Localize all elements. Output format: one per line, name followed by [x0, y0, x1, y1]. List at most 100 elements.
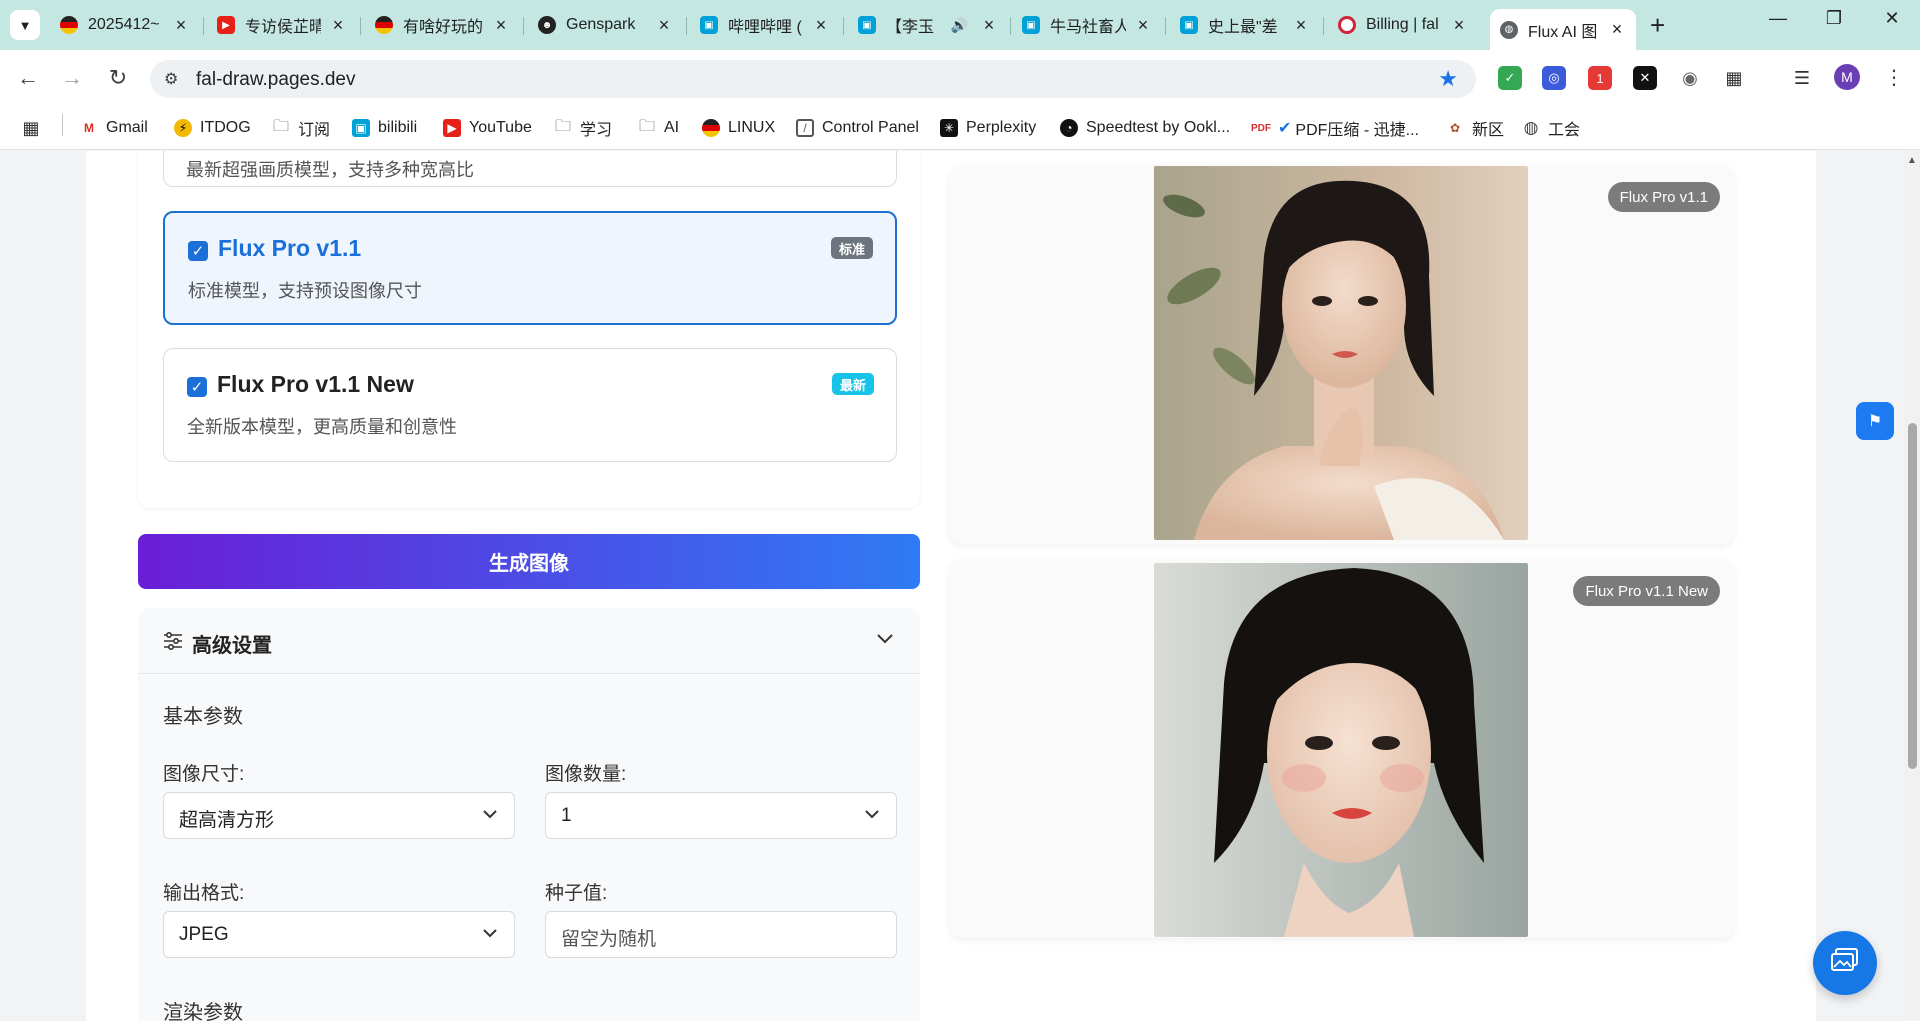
output-format-select[interactable]: JPEG: [163, 911, 515, 958]
chevron-down-icon[interactable]: [876, 628, 894, 651]
close-icon[interactable]: ×: [492, 15, 510, 36]
bookmark-itdog[interactable]: ⚡ ITDOG: [174, 116, 251, 140]
checkbox-checked-icon[interactable]: ✓: [188, 241, 208, 261]
bookmark-gmail[interactable]: M Gmail: [80, 116, 148, 140]
sliders-icon: [163, 631, 183, 655]
gallery-fab-button[interactable]: [1813, 931, 1877, 995]
tab-2[interactable]: ▶ 专访侯芷晴 ×: [207, 9, 357, 41]
model-badge: 标准: [830, 237, 873, 259]
model-name: Flux Pro v1.1 New: [217, 371, 414, 397]
tab-3[interactable]: 有啥好玩的 ×: [365, 9, 520, 41]
close-icon[interactable]: ×: [980, 15, 998, 36]
checkbox-checked-icon[interactable]: ✓: [187, 377, 207, 397]
bookmark-folder-subscribe[interactable]: 🗀 订阅: [272, 116, 330, 140]
tab-5[interactable]: ▣ 哔哩哔哩 ( ×: [690, 9, 840, 41]
bookmark-linux[interactable]: LINUX: [702, 116, 775, 140]
advanced-settings-header[interactable]: 高级设置: [138, 608, 920, 674]
more-menu-icon[interactable]: ⋮: [1880, 64, 1908, 92]
translate-float-button[interactable]: ⚑: [1856, 402, 1894, 440]
close-icon[interactable]: ×: [1608, 19, 1626, 40]
profile-avatar[interactable]: M: [1834, 64, 1860, 90]
bookmark-star-icon[interactable]: ★: [1438, 66, 1458, 92]
bookmark-label: 订阅: [298, 122, 331, 139]
scrollbar-thumb[interactable]: [1908, 423, 1917, 769]
model-name: Flux Pro v1.1: [218, 235, 362, 261]
close-icon[interactable]: ×: [1450, 15, 1468, 36]
bookmark-folder-ai[interactable]: 🗀 AI: [638, 116, 679, 140]
page-scrollbar[interactable]: ▲: [1904, 151, 1920, 1021]
bookmarks-bar: ▦ M Gmail ⚡ ITDOG 🗀 订阅 ▣ bilibili ▶ YouTube 🗀…: [0, 106, 1920, 150]
bookmark-youtube[interactable]: ▶ YouTube: [443, 116, 532, 140]
model-tag-label: Flux Pro v1.1: [1619, 188, 1708, 206]
bookmark-label: 工会: [1548, 122, 1581, 139]
toolbar: ← → ↻ ⚙ fal-draw.pages.dev ★ ✓ ◎ 1 ✕ ◉ ▦…: [0, 50, 1920, 106]
folder-icon: 🗀: [272, 117, 289, 135]
tab-8[interactable]: ▣ 史上最"差 ×: [1170, 9, 1320, 41]
generated-image[interactable]: [1154, 563, 1528, 937]
apps-grid-icon[interactable]: ▦: [22, 116, 48, 140]
camera-icon[interactable]: ◉: [1678, 66, 1702, 90]
minimize-button[interactable]: —: [1758, 8, 1798, 29]
address-bar[interactable]: ⚙ fal-draw.pages.dev ★: [150, 60, 1476, 98]
bookmark-speedtest[interactable]: ◔ Speedtest by Ookl...: [1060, 116, 1230, 140]
x-extension-icon[interactable]: ✕: [1633, 66, 1657, 90]
tab-1[interactable]: 2025412~ ×: [50, 9, 200, 41]
bookmark-folder-study[interactable]: 🗀 学习: [554, 116, 612, 140]
shield-extension-icon[interactable]: ✓: [1498, 66, 1522, 90]
scroll-up-arrow-icon[interactable]: ▲: [1907, 155, 1917, 166]
tab-title: 史上最"差: [1208, 19, 1278, 36]
extension-icon[interactable]: ◎: [1542, 66, 1566, 90]
reload-button[interactable]: ↻: [104, 64, 132, 92]
close-icon[interactable]: ×: [329, 15, 347, 36]
bookmark-union[interactable]: ◍ 工会: [1522, 116, 1580, 140]
output-format-value: JPEG: [179, 924, 229, 945]
url-text[interactable]: fal-draw.pages.dev: [196, 69, 356, 91]
chevron-down-icon: [864, 804, 880, 825]
extension-badge-count: 1: [1596, 70, 1604, 86]
tab-active[interactable]: ◍ Flux AI 图 ×: [1490, 9, 1636, 50]
restore-button[interactable]: ❐: [1814, 8, 1854, 29]
forward-button[interactable]: →: [58, 64, 86, 92]
render-params-heading: 渲染参数: [163, 1002, 243, 1021]
seed-input[interactable]: 留空为随机: [545, 911, 897, 958]
model-badge: 最新: [831, 373, 874, 395]
tab-6[interactable]: ▣ 【李玉 🔊 ×: [848, 9, 1008, 41]
back-button[interactable]: ←: [14, 64, 42, 92]
new-tab-button[interactable]: +: [1650, 10, 1665, 40]
model-option-flux-pro-v1-1[interactable]: ✓ Flux Pro v1.1 标准模型，支持预设图像尺寸 标准: [163, 211, 897, 325]
check-icon: ✔: [1278, 120, 1292, 137]
tab-search-button[interactable]: ▼: [10, 10, 40, 40]
media-control-icon[interactable]: ☰: [1790, 66, 1814, 90]
tab-7[interactable]: ▣ 牛马社畜人 ×: [1012, 9, 1162, 41]
model-tag-label: Flux Pro v1.1 New: [1585, 582, 1708, 600]
bookmark-newzone[interactable]: ✿ 新区: [1446, 116, 1504, 140]
perplexity-icon: ✳: [940, 119, 958, 137]
site-info-icon[interactable]: ⚙: [164, 69, 178, 89]
tab-9[interactable]: Billing | fal ×: [1328, 9, 1478, 41]
circle-flag-icon: [702, 119, 720, 137]
image-size-select[interactable]: 超高清方形: [163, 792, 515, 839]
model-option-flux-pro-v1-1-new[interactable]: ✓ Flux Pro v1.1 New 全新版本模型，更高质量和创意性 最新: [163, 348, 897, 462]
bookmark-pdf[interactable]: PDF ✔ PDF压缩 - 迅捷...: [1251, 116, 1419, 140]
tab-4[interactable]: ☻ Genspark ×: [528, 9, 683, 41]
close-icon[interactable]: ×: [172, 15, 190, 36]
puzzle-icon[interactable]: ▦: [1722, 66, 1746, 90]
bookmark-control-panel[interactable]: / Control Panel: [796, 116, 919, 140]
generate-image-button[interactable]: 生成图像: [138, 534, 920, 589]
image-count-select[interactable]: 1: [545, 792, 897, 839]
close-icon[interactable]: ×: [1292, 15, 1310, 36]
bookmark-bilibili[interactable]: ▣ bilibili: [352, 116, 417, 140]
model-tag: Flux Pro v1.1 New: [1573, 576, 1720, 606]
bookmark-perplexity[interactable]: ✳ Perplexity: [940, 116, 1036, 140]
speaker-icon[interactable]: 🔊: [951, 17, 968, 34]
generated-image[interactable]: [1154, 166, 1528, 540]
model-desc: 全新版本模型，更高质量和创意性: [187, 417, 457, 437]
close-icon[interactable]: ×: [1134, 15, 1152, 36]
bookmark-label: Control Panel: [822, 119, 919, 136]
close-icon[interactable]: ×: [655, 15, 673, 36]
close-window-button[interactable]: ✕: [1872, 8, 1912, 29]
close-icon[interactable]: ×: [812, 15, 830, 36]
extension-badge-icon[interactable]: 1: [1588, 66, 1612, 90]
model-option-partial[interactable]: 最新超强画质模型，支持多种宽高比: [163, 151, 897, 187]
chevron-down-icon: [482, 804, 498, 825]
